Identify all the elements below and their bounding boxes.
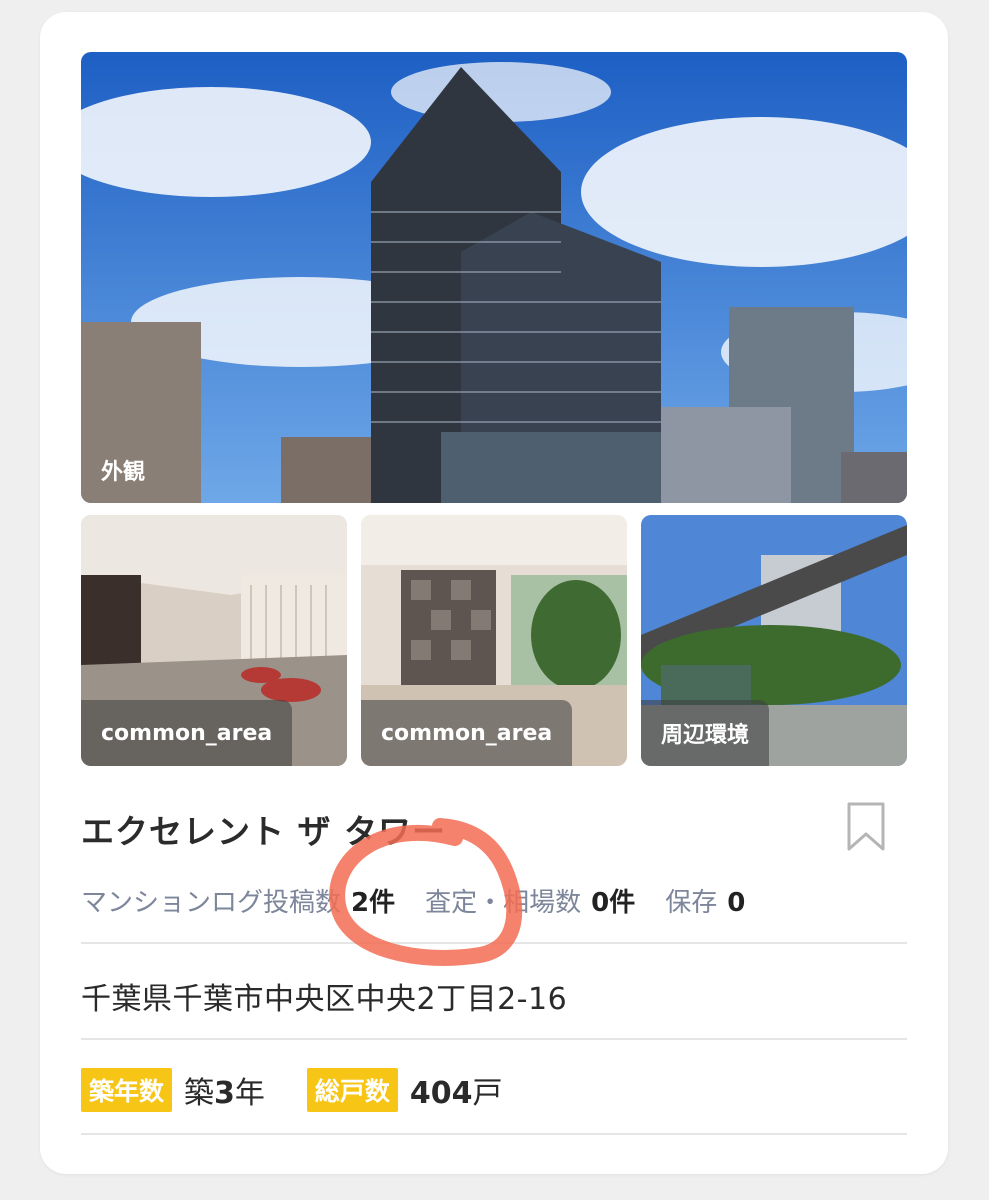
age-value: 築3年 bbox=[184, 1076, 265, 1111]
divider bbox=[81, 942, 907, 944]
appraisal-label: 査定・相場数 bbox=[425, 888, 582, 918]
photo-label-common-area-2: common_area bbox=[361, 700, 573, 766]
photo-label-surroundings: 周辺環境 bbox=[641, 700, 770, 766]
photo-label-common-area-1: common_area bbox=[81, 700, 293, 766]
posts-count: 2件 bbox=[351, 888, 396, 918]
saved-label: 保存 bbox=[665, 888, 718, 918]
age-badge: 築年数 bbox=[81, 1068, 173, 1112]
common-area-photo-2[interactable]: common_area bbox=[361, 515, 627, 766]
appraisal-count: 0件 bbox=[591, 888, 636, 918]
divider bbox=[81, 1038, 907, 1040]
units-value: 404戸 bbox=[409, 1076, 503, 1111]
bookmark-icon[interactable] bbox=[845, 801, 887, 853]
posts-label: マンションログ投稿数 bbox=[81, 888, 342, 918]
specs-row: 築年数 築3年 総戸数 404戸 bbox=[81, 1068, 503, 1112]
property-card[interactable]: 外観 common_area common_area 周辺環境 エクセレント ザ… bbox=[40, 12, 948, 1174]
property-name[interactable]: エクセレント ザ タワー bbox=[81, 805, 446, 853]
surroundings-photo[interactable]: 周辺環境 bbox=[641, 515, 907, 766]
saved-count: 0 bbox=[727, 888, 746, 918]
divider bbox=[81, 1133, 907, 1135]
common-area-photo-1[interactable]: common_area bbox=[81, 515, 347, 766]
photo-label-exterior: 外観 bbox=[101, 460, 146, 485]
exterior-image bbox=[81, 52, 907, 503]
property-address: 千葉県千葉市中央区中央2丁目2-16 bbox=[81, 982, 568, 1017]
stats-row: マンションログ投稿数 2件 査定・相場数 0件 保存 0 bbox=[81, 882, 745, 919]
units-badge: 総戸数 bbox=[306, 1068, 398, 1112]
exterior-photo[interactable]: 外観 bbox=[81, 52, 907, 503]
